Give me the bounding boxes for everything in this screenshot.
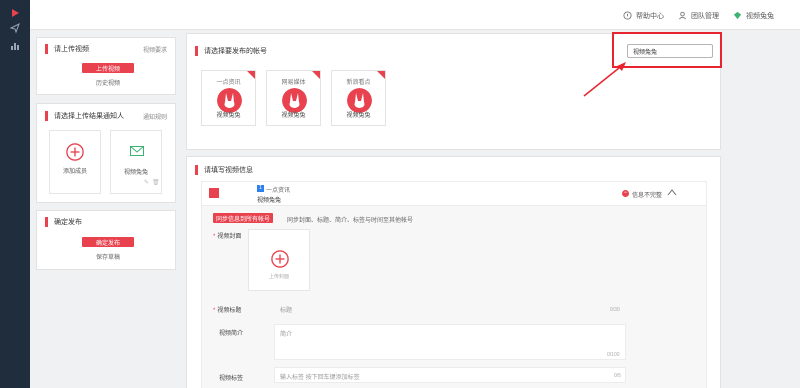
add-circle-icon bbox=[66, 143, 84, 161]
send-icon[interactable] bbox=[9, 22, 21, 34]
notify-title-text: 请选择上传结果通知人 bbox=[54, 113, 124, 120]
cover-label: * 视频封面 bbox=[213, 231, 241, 240]
user-icon bbox=[679, 11, 686, 20]
account-name: 视频兔兔 bbox=[346, 113, 371, 119]
notify-recipients-card: 请选择上传结果通知人 通知规则 添加成员 视频兔兔 ✎ 🗑 bbox=[36, 103, 176, 203]
section-marker bbox=[45, 111, 48, 121]
account-tile[interactable]: 一点资讯 视频兔兔 bbox=[201, 70, 256, 126]
required-marker: * bbox=[213, 234, 216, 240]
chevron-up-icon[interactable] bbox=[667, 188, 677, 196]
account-tile[interactable]: 新浪看点 视频兔兔 bbox=[331, 70, 386, 126]
warning-icon: − bbox=[622, 190, 629, 197]
team-management-label: 团队管理 bbox=[691, 12, 719, 20]
upload-video-title: 请上传视频 bbox=[45, 44, 89, 54]
confirm-publish-button[interactable]: 确定发布 bbox=[82, 237, 134, 247]
help-center-label: 帮助中心 bbox=[636, 12, 664, 20]
annotation-arrow bbox=[583, 62, 626, 97]
title-label-text: 视频标题 bbox=[217, 308, 242, 314]
video-play-icon[interactable] bbox=[9, 7, 21, 19]
title-counter: 0/30 bbox=[610, 307, 620, 313]
account-name: 视频兔兔 bbox=[281, 113, 306, 119]
account-platform: 一点资讯 bbox=[216, 80, 241, 86]
account-name: 视频兔兔 bbox=[746, 12, 774, 20]
member-name: 视频兔兔 bbox=[123, 170, 148, 176]
cover-upload-text: 上传封面 bbox=[268, 274, 289, 280]
upload-video-title-text: 请上传视频 bbox=[54, 46, 89, 53]
left-nav-rail bbox=[0, 0, 30, 388]
upload-video-button[interactable]: 上传视频 bbox=[82, 63, 134, 73]
team-management-link[interactable]: 团队管理 bbox=[678, 10, 719, 21]
account-avatar bbox=[209, 188, 219, 198]
description-counter: 0/100 bbox=[607, 352, 620, 358]
sync-all-accounts-button[interactable]: 同步信息到所有帐号 bbox=[213, 213, 273, 223]
tags-label: 视频标签 bbox=[219, 376, 244, 382]
account-info-header[interactable]: 1 一点资讯 视频兔兔 − 信息不完整 bbox=[202, 182, 706, 206]
title-placeholder: 标题 bbox=[280, 308, 293, 314]
publish-card: 确定发布 确定发布 保存草稿 bbox=[36, 210, 176, 270]
account-menu[interactable]: 视频兔兔 bbox=[733, 10, 774, 21]
account-platform: 网易媒体 bbox=[281, 80, 306, 86]
select-accounts-title-text: 请选择要发布的帐号 bbox=[204, 48, 267, 55]
video-info-title: 请填写视频信息 bbox=[195, 165, 253, 175]
account-platform: 新浪看点 bbox=[346, 80, 371, 86]
edit-icon[interactable]: ✎ bbox=[144, 179, 149, 186]
platform-logo-icon: 1 bbox=[257, 185, 264, 192]
tags-counter: 0/5 bbox=[614, 373, 621, 379]
add-circle-icon bbox=[271, 250, 289, 268]
account-info-panel: 1 一点资讯 视频兔兔 − 信息不完整 同步信息到所有帐号 同步封面、标题、简介… bbox=[201, 181, 707, 388]
account-name: 视频兔兔 bbox=[216, 113, 241, 119]
save-draft-link[interactable]: 保存草稿 bbox=[82, 252, 134, 261]
video-info-title-text: 请填写视频信息 bbox=[204, 167, 253, 174]
cover-label-text: 视频封面 bbox=[217, 234, 242, 240]
section-marker bbox=[45, 217, 48, 227]
section-marker bbox=[45, 44, 48, 54]
select-accounts-title: 请选择要发布的帐号 bbox=[195, 46, 267, 56]
description-placeholder: 简介 bbox=[280, 332, 293, 338]
notify-title: 请选择上传结果通知人 bbox=[45, 111, 124, 121]
sync-hint: 同步封面、标题、简介、标签与时间至其他帐号 bbox=[287, 218, 414, 224]
tags-input[interactable]: 输入标签 按下回车键添加标签 bbox=[274, 367, 626, 383]
help-icon bbox=[623, 11, 632, 20]
member-tile[interactable]: 视频兔兔 ✎ 🗑 bbox=[110, 130, 162, 194]
upload-video-card: 请上传视频 视频要求 上传视频 历史视频 bbox=[36, 37, 176, 95]
diamond-icon bbox=[733, 11, 742, 20]
account-platform-label: 一点资讯 bbox=[266, 188, 291, 194]
account-tile[interactable]: 网易媒体 视频兔兔 bbox=[266, 70, 321, 126]
top-bar: 帮助中心 团队管理 视频兔兔 bbox=[30, 0, 800, 30]
tags-placeholder: 输入标签 按下回车键添加标签 bbox=[280, 375, 360, 381]
section-marker bbox=[195, 165, 198, 175]
description-textarea[interactable]: 简介 bbox=[274, 324, 626, 360]
help-center-link[interactable]: 帮助中心 bbox=[623, 10, 664, 21]
video-info-card: 请填写视频信息 1 一点资讯 视频兔兔 − 信息不完整 同步信息到所有帐号 同步… bbox=[186, 156, 721, 388]
mail-icon bbox=[130, 146, 144, 156]
add-member-label: 添加成员 bbox=[62, 169, 87, 175]
video-requirements-link[interactable]: 视频要求 bbox=[143, 45, 167, 54]
add-member-tile[interactable]: 添加成员 bbox=[49, 130, 101, 194]
required-marker: * bbox=[213, 308, 216, 314]
description-label: 视频简介 bbox=[219, 331, 244, 337]
account-name-label: 视频兔兔 bbox=[257, 198, 282, 204]
history-videos-link[interactable]: 历史视频 bbox=[82, 78, 134, 87]
notify-rules-link[interactable]: 通知规则 bbox=[143, 112, 167, 121]
publish-title-text: 确定发布 bbox=[54, 219, 82, 226]
section-marker bbox=[195, 46, 198, 56]
title-label: * 视频标题 bbox=[213, 305, 241, 314]
info-status: 信息不完整 bbox=[632, 193, 663, 199]
title-input[interactable]: 标题 bbox=[274, 300, 626, 316]
delete-icon[interactable]: 🗑 bbox=[152, 179, 160, 186]
publish-title: 确定发布 bbox=[45, 217, 82, 227]
stats-icon[interactable] bbox=[9, 40, 21, 52]
cover-upload-box[interactable]: 上传封面 bbox=[248, 229, 310, 291]
